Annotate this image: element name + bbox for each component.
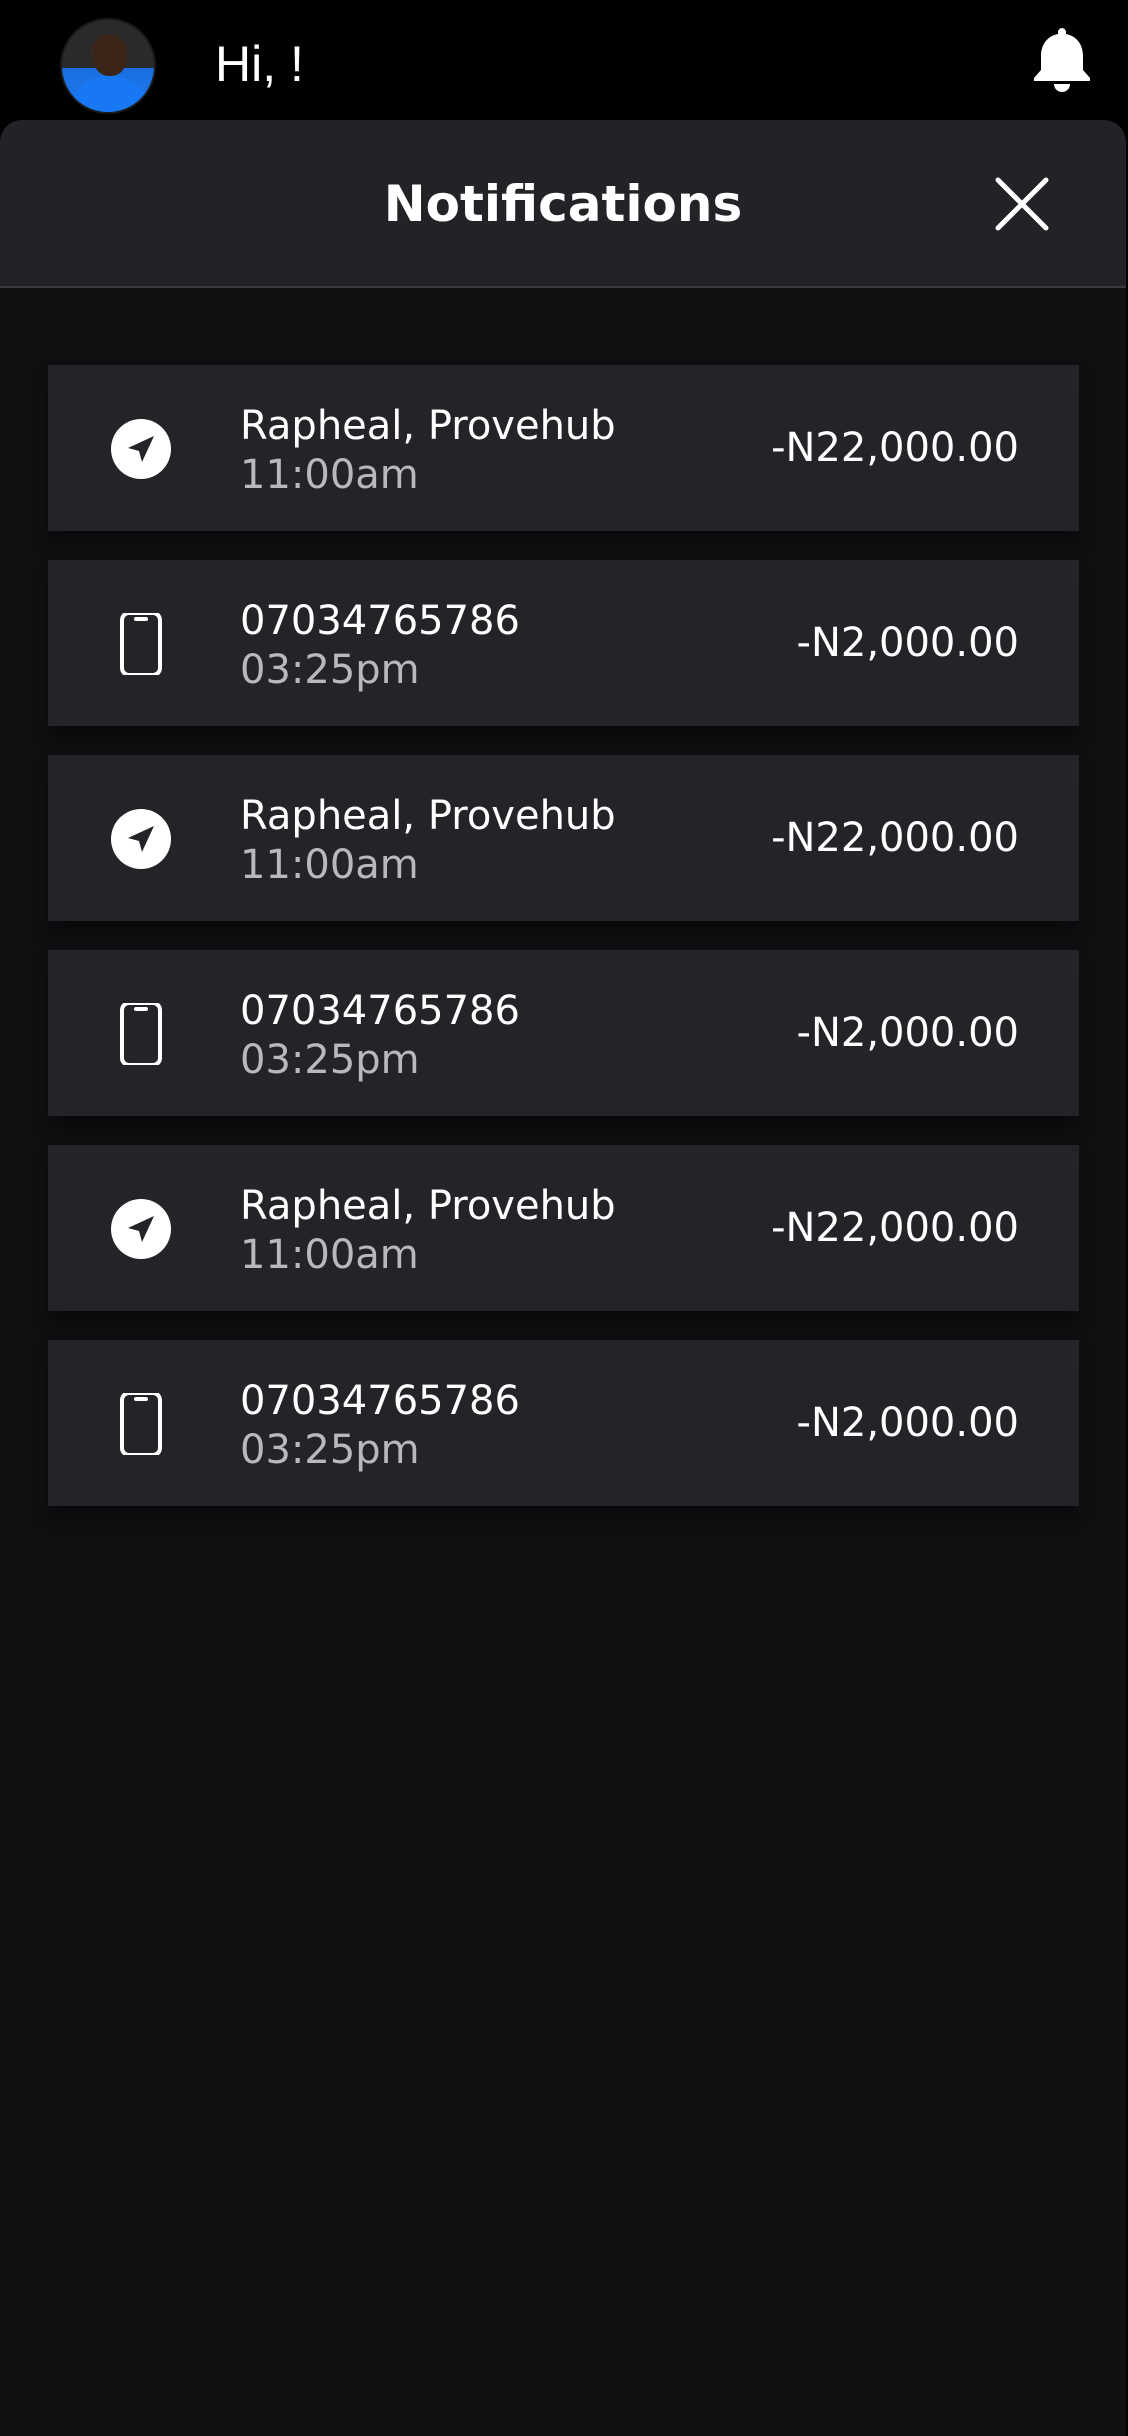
notification-time: 03:25pm	[240, 1037, 420, 1083]
navigation-arrow-icon	[111, 809, 171, 869]
notification-title: Rapheal, Provehub	[240, 793, 616, 839]
bell-icon[interactable]	[1030, 24, 1094, 96]
avatar[interactable]	[60, 18, 156, 114]
notification-amount: -N2,000.00	[796, 1010, 1019, 1056]
notification-item[interactable]: 07034765786 03:25pm -N2,000.00	[48, 1340, 1079, 1506]
navigation-arrow-icon	[111, 1199, 171, 1259]
phone-icon	[120, 1393, 162, 1455]
notification-amount: -N22,000.00	[771, 815, 1019, 861]
phone-icon	[120, 1003, 162, 1065]
notification-time: 11:00am	[240, 452, 419, 498]
notification-item[interactable]: 07034765786 03:25pm -N2,000.00	[48, 950, 1079, 1116]
notification-time: 11:00am	[240, 1232, 419, 1278]
navigation-arrow-icon	[111, 419, 171, 479]
notification-item[interactable]: Rapheal, Provehub 11:00am -N22,000.00	[48, 365, 1079, 531]
notification-list: Rapheal, Provehub 11:00am -N22,000.00 07…	[48, 365, 1079, 1535]
notification-title: Rapheal, Provehub	[240, 1183, 616, 1229]
notifications-sheet: Notifications Rapheal, Provehub 11:00am …	[0, 120, 1126, 2436]
greeting-text: Hi, !	[215, 36, 304, 92]
notification-amount: -N2,000.00	[796, 620, 1019, 666]
notification-item[interactable]: 07034765786 03:25pm -N2,000.00	[48, 560, 1079, 726]
avatar-head	[93, 34, 127, 76]
notification-item[interactable]: Rapheal, Provehub 11:00am -N22,000.00	[48, 755, 1079, 921]
notification-title: 07034765786	[240, 598, 520, 644]
close-icon[interactable]	[990, 172, 1054, 236]
notification-amount: -N22,000.00	[771, 425, 1019, 471]
notification-amount: -N2,000.00	[796, 1400, 1019, 1446]
app-screen: Hi, ! Notifications Rapheal, Provehub 11…	[0, 0, 1128, 2436]
notification-title: 07034765786	[240, 988, 520, 1034]
notification-item[interactable]: Rapheal, Provehub 11:00am -N22,000.00	[48, 1145, 1079, 1311]
avatar-shirt	[68, 76, 152, 112]
phone-icon	[120, 613, 162, 675]
notification-title: Rapheal, Provehub	[240, 403, 616, 449]
top-bar: Hi, !	[0, 0, 1128, 130]
notification-time: 03:25pm	[240, 1427, 420, 1473]
page-title: Notifications	[383, 175, 743, 233]
notification-time: 03:25pm	[240, 647, 420, 693]
notification-title: 07034765786	[240, 1378, 520, 1424]
notification-time: 11:00am	[240, 842, 419, 888]
notification-amount: -N22,000.00	[771, 1205, 1019, 1251]
sheet-header: Notifications	[0, 120, 1126, 288]
